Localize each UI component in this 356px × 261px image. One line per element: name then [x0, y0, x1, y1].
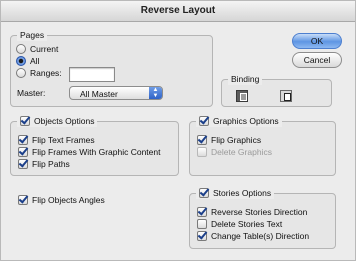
flip-objects-angles-checkbox[interactable]	[18, 195, 28, 205]
binding-legend: Binding	[228, 73, 263, 85]
change-table-direction-option[interactable]: Change Table(s) Direction	[197, 231, 309, 241]
stories-options-group: Stories Options Reverse Stories Directio…	[189, 187, 336, 249]
radio-all-label: All	[30, 56, 40, 66]
pages-group: Pages Current All Ranges: Master: All Ma…	[10, 29, 213, 107]
delete-graphics-checkbox	[197, 147, 207, 157]
reverse-layout-dialog: Reverse Layout Pages Current All Ranges:…	[0, 0, 356, 261]
radio-all-button[interactable]	[16, 56, 26, 66]
objects-options-checkbox[interactable]	[20, 116, 30, 126]
graphics-options-legend[interactable]: Graphics Options	[196, 115, 282, 127]
popup-arrows-icon: ▲ ▼	[149, 87, 162, 99]
pages-legend: Pages	[17, 29, 48, 41]
delete-stories-text-label: Delete Stories Text	[211, 219, 283, 229]
delete-stories-text-option[interactable]: Delete Stories Text	[197, 219, 282, 229]
flip-frames-graphic-label: Flip Frames With Graphic Content	[32, 147, 161, 157]
ranges-input[interactable]	[69, 67, 115, 82]
objects-options-group: Objects Options Flip Text Frames Flip Fr…	[10, 115, 179, 176]
radio-all[interactable]: All	[16, 56, 39, 66]
objects-options-legend[interactable]: Objects Options	[17, 115, 98, 127]
reverse-stories-direction-option[interactable]: Reverse Stories Direction	[197, 207, 307, 217]
binding-group: Binding	[221, 73, 332, 107]
stories-options-legend[interactable]: Stories Options	[196, 187, 275, 199]
reverse-stories-direction-checkbox[interactable]	[197, 207, 207, 217]
flip-graphics-option[interactable]: Flip Graphics	[197, 135, 261, 145]
binding-left-button[interactable]	[236, 90, 248, 102]
radio-ranges-label: Ranges:	[30, 68, 62, 78]
graphics-options-checkbox[interactable]	[199, 116, 209, 126]
flip-paths-checkbox[interactable]	[18, 159, 28, 169]
master-select[interactable]: All Master ▲ ▼	[69, 86, 163, 100]
flip-objects-angles-label: Flip Objects Angles	[32, 195, 105, 205]
delete-graphics-label: Delete Graphics	[211, 147, 272, 157]
radio-current-label: Current	[30, 44, 59, 54]
master-label: Master:	[17, 88, 46, 98]
graphics-options-label: Graphics Options	[213, 116, 279, 126]
graphics-options-group: Graphics Options Flip Graphics Delete Gr…	[189, 115, 336, 176]
flip-text-frames-option[interactable]: Flip Text Frames	[18, 135, 95, 145]
flip-graphics-checkbox[interactable]	[197, 135, 207, 145]
flip-text-frames-label: Flip Text Frames	[32, 135, 95, 145]
reverse-stories-direction-label: Reverse Stories Direction	[211, 207, 308, 217]
change-table-direction-checkbox[interactable]	[197, 231, 207, 241]
flip-objects-angles-option[interactable]: Flip Objects Angles	[18, 195, 105, 205]
master-select-value: All Master	[80, 89, 118, 99]
objects-options-label: Objects Options	[34, 116, 95, 126]
binding-left-icon	[240, 93, 247, 101]
radio-ranges-button[interactable]	[16, 68, 26, 78]
flip-text-frames-checkbox[interactable]	[18, 135, 28, 145]
binding-right-button[interactable]	[280, 90, 292, 102]
flip-paths-label: Flip Paths	[32, 159, 70, 169]
stories-options-label: Stories Options	[213, 188, 272, 198]
flip-frames-graphic-option[interactable]: Flip Frames With Graphic Content	[18, 147, 160, 157]
window-title: Reverse Layout	[1, 1, 355, 22]
radio-current-button[interactable]	[16, 44, 26, 54]
delete-graphics-option: Delete Graphics	[197, 147, 272, 157]
change-table-direction-label: Change Table(s) Direction	[211, 231, 310, 241]
cancel-button[interactable]: Cancel	[292, 52, 342, 68]
binding-right-icon	[284, 93, 291, 101]
flip-paths-option[interactable]: Flip Paths	[18, 159, 70, 169]
flip-graphics-label: Flip Graphics	[211, 135, 262, 145]
delete-stories-text-checkbox[interactable]	[197, 219, 207, 229]
ok-button[interactable]: OK	[292, 33, 342, 49]
stories-options-checkbox[interactable]	[199, 188, 209, 198]
radio-current[interactable]: Current	[16, 44, 58, 54]
radio-ranges[interactable]: Ranges:	[16, 68, 62, 78]
flip-frames-graphic-checkbox[interactable]	[18, 147, 28, 157]
